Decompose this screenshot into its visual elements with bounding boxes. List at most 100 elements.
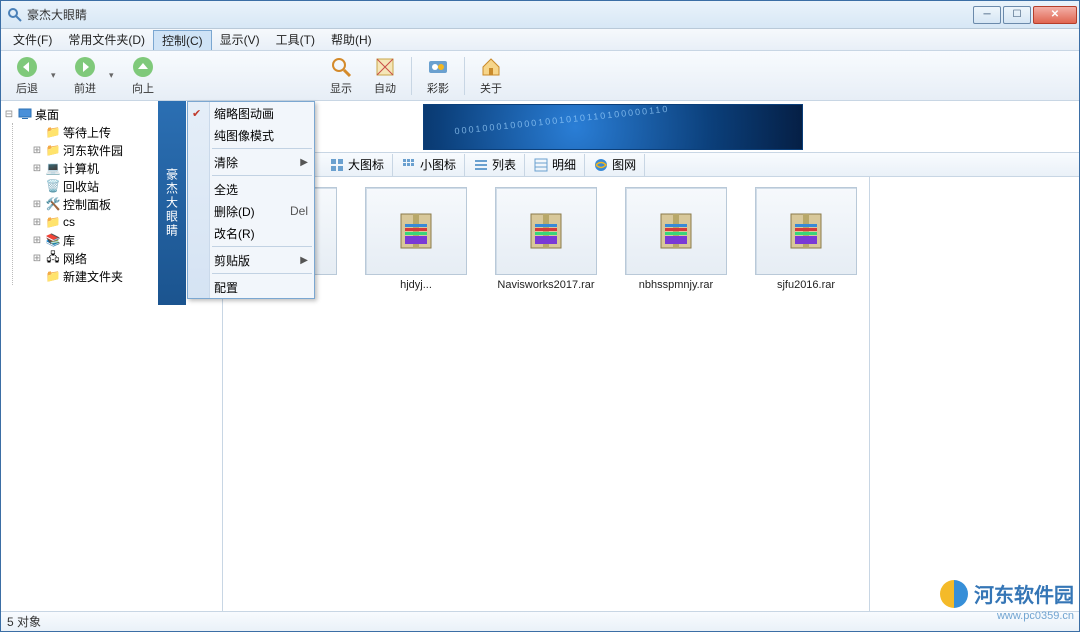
view-big-icons[interactable]: 大图标	[321, 154, 393, 176]
forward-dropdown[interactable]: ▾	[109, 70, 119, 81]
menu-config-label: 配置	[214, 279, 238, 296]
banner-image	[423, 104, 803, 150]
caiying-label: 彩影	[427, 80, 449, 96]
up-label: 向上	[132, 80, 154, 96]
check-icon: ✔	[192, 107, 201, 120]
forward-label: 前进	[74, 80, 96, 96]
view-web[interactable]: 图网	[585, 154, 645, 176]
file-item[interactable]: hjdyj...	[361, 187, 471, 291]
tree-item-label: 新建文件夹	[63, 268, 123, 285]
menu-help[interactable]: 帮助(H)	[323, 29, 380, 50]
auto-button[interactable]: 自动	[365, 54, 405, 98]
menu-rename[interactable]: 改名(R)	[188, 222, 314, 244]
auto-label: 自动	[374, 80, 396, 96]
minimize-button[interactable]: ─	[973, 6, 1001, 24]
file-label: Navisworks2017.rar	[497, 279, 594, 291]
view-small-icons[interactable]: 小图标	[393, 154, 465, 176]
thumbnail-area[interactable]: .. hjdyj... Navisworks2017.rar	[223, 177, 869, 611]
library-icon: 📚	[45, 232, 61, 248]
view-list[interactable]: 列表	[465, 154, 525, 176]
expand-icon[interactable]: ⊞	[31, 145, 43, 156]
tree-item-label: 等待上传	[63, 124, 111, 141]
collapse-icon[interactable]: ⊟	[3, 109, 15, 120]
close-button[interactable]: ✕	[1033, 6, 1077, 24]
home-icon	[479, 55, 503, 79]
menu-clipboard[interactable]: 剪贴版 ▶	[188, 249, 314, 271]
tree-root-label: 桌面	[35, 106, 59, 123]
menu-rename-label: 改名(R)	[214, 225, 255, 242]
rar-icon	[395, 210, 437, 252]
computer-icon: 💻	[45, 160, 61, 176]
app-icon	[7, 7, 23, 23]
file-item[interactable]: sjfu2016.rar	[751, 187, 861, 291]
view-toolbar: 大图标 小图标 列表 明细 图网	[223, 153, 1079, 177]
menu-clear[interactable]: 清除 ▶	[188, 151, 314, 173]
menu-pure-image-label: 纯图像模式	[214, 127, 274, 144]
expand-icon[interactable]: ⊞	[31, 163, 43, 174]
menu-thumb-anim[interactable]: ✔ 缩略图动画	[188, 102, 314, 124]
file-pane: .. hjdyj... Navisworks2017.rar	[223, 177, 1079, 611]
rar-icon	[785, 210, 827, 252]
small-grid-icon	[401, 157, 417, 173]
file-label: nbhsspmnjy.rar	[639, 279, 713, 291]
window-controls: ─ ☐ ✕	[973, 6, 1077, 24]
tree-item-label: 网络	[63, 250, 87, 267]
up-icon	[131, 55, 155, 79]
forward-icon	[73, 55, 97, 79]
menu-separator-3	[212, 246, 312, 247]
file-item[interactable]: Navisworks2017.rar	[491, 187, 601, 291]
tree-item-label: 控制面板	[63, 196, 111, 213]
folder-icon: 📁	[45, 142, 61, 158]
desktop-icon	[17, 106, 33, 122]
back-button[interactable]: 后退	[7, 54, 47, 98]
menu-control[interactable]: 控制(C)	[153, 30, 212, 50]
caiying-button[interactable]: 彩影	[418, 54, 458, 98]
view-big-icons-label: 大图标	[348, 156, 384, 173]
file-label: hjdyj...	[400, 279, 432, 291]
control-panel-icon: 🛠️	[45, 196, 61, 212]
file-item[interactable]: nbhsspmnjy.rar	[621, 187, 731, 291]
titlebar: 豪杰大眼睛 ─ ☐ ✕	[1, 1, 1079, 29]
menu-pure-image[interactable]: 纯图像模式	[188, 124, 314, 146]
view-details[interactable]: 明细	[525, 154, 585, 176]
menu-select-all[interactable]: 全选	[188, 178, 314, 200]
back-label: 后退	[16, 80, 38, 96]
about-button[interactable]: 关于	[471, 54, 511, 98]
details-icon	[533, 157, 549, 173]
network-icon: 🖧	[45, 250, 61, 266]
expand-icon[interactable]: ⊞	[31, 235, 43, 246]
maximize-button[interactable]: ☐	[1003, 6, 1031, 24]
tree-item-label: 回收站	[63, 178, 99, 195]
menu-file[interactable]: 文件(F)	[5, 29, 60, 50]
content-pane: 大图标 小图标 列表 明细 图网	[223, 101, 1079, 611]
menu-view[interactable]: 显示(V)	[212, 29, 268, 50]
submenu-arrow-icon-2: ▶	[300, 255, 308, 266]
menu-config[interactable]: 配置	[188, 276, 314, 298]
view-small-icons-label: 小图标	[420, 156, 456, 173]
expand-icon[interactable]: ⊞	[31, 217, 43, 228]
status-text: 5 对象	[7, 613, 41, 630]
menubar: 文件(F) 常用文件夹(D) 控制(C) 显示(V) 工具(T) 帮助(H)	[1, 29, 1079, 51]
ie-icon	[593, 157, 609, 173]
caiying-icon	[426, 55, 450, 79]
list-icon	[473, 157, 489, 173]
menu-folders[interactable]: 常用文件夹(D)	[60, 29, 153, 50]
menu-delete[interactable]: 删除(D) Del	[188, 200, 314, 222]
menu-tools[interactable]: 工具(T)	[268, 29, 323, 50]
forward-button[interactable]: 前进	[65, 54, 105, 98]
expand-icon[interactable]: ⊞	[31, 253, 43, 264]
up-button[interactable]: 向上	[123, 54, 163, 98]
expand-icon[interactable]: ⊞	[31, 199, 43, 210]
brand-stripe: 豪杰大眼睛	[158, 101, 186, 305]
thumb-frame	[365, 187, 467, 275]
show-button[interactable]: 显示	[321, 54, 361, 98]
back-dropdown[interactable]: ▾	[51, 70, 61, 81]
toolbar-separator-2	[464, 57, 465, 95]
menu-delete-label: 删除(D)	[214, 203, 255, 220]
menu-clear-label: 清除	[214, 154, 238, 171]
toolbar: 后退 ▾ 前进 ▾ 向上 显示 自动 彩影 关于	[1, 51, 1079, 101]
statusbar: 5 对象	[1, 611, 1079, 631]
grid-icon	[329, 157, 345, 173]
magnifier-icon	[329, 55, 353, 79]
app-window: 豪杰大眼睛 ─ ☐ ✕ 文件(F) 常用文件夹(D) 控制(C) 显示(V) 工…	[0, 0, 1080, 632]
